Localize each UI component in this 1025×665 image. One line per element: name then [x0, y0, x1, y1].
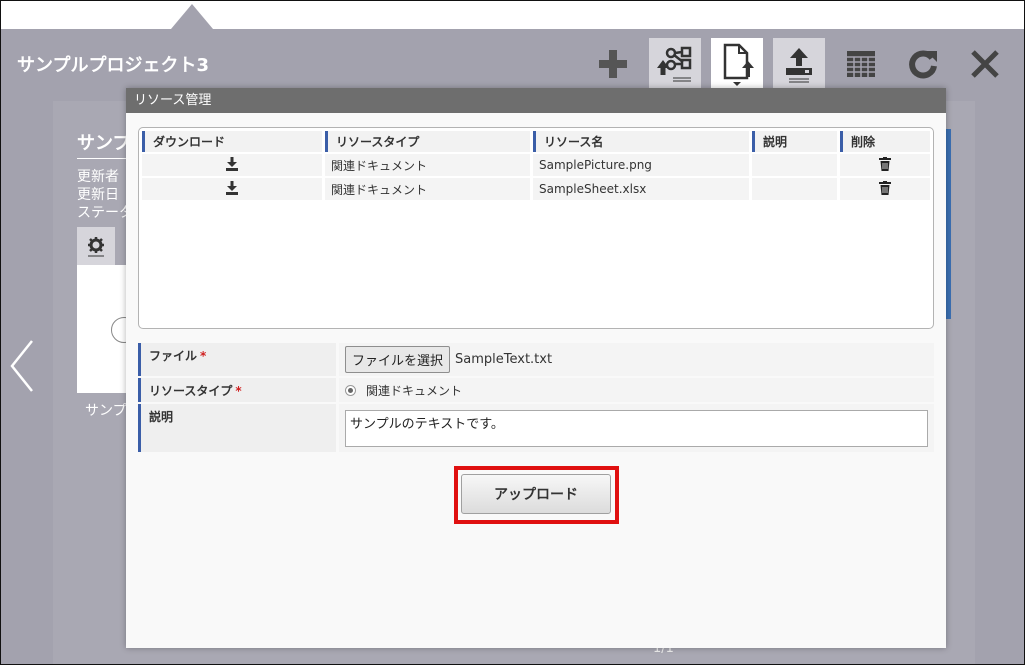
upload-form: ファイル * ファイルを選択 SampleText.txt リソースタイプ * 関連… — [138, 343, 934, 454]
close-button[interactable] — [959, 38, 1011, 90]
resource-name-cell: SamplePicture.png — [533, 154, 749, 176]
file-label: ファイル * — [138, 343, 336, 376]
refresh-button[interactable] — [897, 38, 949, 90]
resource-dialog: リソース管理 ダウンロード リソースタイプ リソース名 説明 削除 関連ドキュメ… — [126, 88, 946, 648]
column-header-download: ダウンロード — [142, 131, 322, 152]
column-header-name: リソース名 — [533, 131, 749, 152]
resource-table: ダウンロード リソースタイプ リソース名 説明 削除 関連ドキュメント Samp… — [138, 127, 934, 329]
flow-icon — [657, 46, 692, 82]
resource-type-option: 関連ドキュメント — [366, 383, 463, 398]
resource-type-label-text: リソースタイプ — [149, 384, 233, 398]
gear-icon — [88, 237, 104, 257]
upload-submit-button[interactable]: アップロード — [461, 474, 611, 514]
description-label: 説明 — [138, 404, 336, 452]
flow-button[interactable] — [649, 38, 701, 90]
file-value: ファイルを選択 SampleText.txt — [339, 343, 934, 376]
download-icon[interactable] — [225, 156, 239, 171]
upload-button[interactable] — [773, 38, 825, 90]
file-label-text: ファイル — [149, 349, 198, 363]
upload-icon — [786, 48, 812, 83]
file-row: ファイル * ファイルを選択 SampleText.txt — [138, 343, 934, 376]
resource-type-label: リソースタイプ * — [138, 378, 336, 402]
required-mark: * — [200, 349, 207, 363]
chevron-left-icon — [10, 340, 33, 392]
close-icon — [971, 50, 999, 78]
resource-type-value: 関連ドキュメント — [339, 378, 934, 402]
column-header-type: リソースタイプ — [325, 131, 530, 152]
add-button[interactable] — [587, 38, 639, 90]
table-row: 関連ドキュメント SampleSheet.xlsx — [142, 178, 930, 200]
selected-file-name: SampleText.txt — [455, 352, 553, 367]
resource-name-cell: SampleSheet.xlsx — [533, 178, 749, 200]
download-icon[interactable] — [225, 180, 239, 195]
delete-cell — [840, 154, 930, 176]
app-window: サンプルプロジェクト3 サンプ 更新者 更新日 ステー サンプ 1/1 リソース… — [1, 29, 1024, 664]
choose-file-button[interactable]: ファイルを選択 — [345, 346, 451, 373]
gear-button[interactable] — [77, 227, 115, 265]
table-row: 関連ドキュメント SamplePicture.png — [142, 154, 930, 176]
project-title: サンプルプロジェクト3 — [17, 55, 209, 76]
screen: サンプルプロジェクト3 サンプ 更新者 更新日 ステー サンプ 1/1 リソース… — [0, 0, 1025, 665]
table-icon — [847, 51, 875, 77]
document-upload-icon — [723, 43, 754, 86]
resource-description-cell — [752, 178, 837, 200]
trash-icon[interactable] — [879, 156, 891, 171]
download-cell — [142, 178, 322, 200]
plus-icon — [599, 50, 627, 78]
dialog-title: リソース管理 — [126, 88, 946, 113]
required-mark: * — [235, 384, 242, 398]
refresh-icon — [909, 50, 937, 79]
resource-button[interactable] — [711, 38, 763, 90]
trash-icon[interactable] — [879, 180, 891, 195]
previous-button[interactable] — [9, 339, 35, 397]
table-button[interactable] — [835, 38, 887, 90]
delete-cell — [840, 178, 930, 200]
top-strip — [1, 1, 1024, 29]
resource-type-radio[interactable] — [345, 384, 356, 396]
resource-type-row: リソースタイプ * 関連ドキュメント — [138, 378, 934, 402]
column-header-description: 説明 — [752, 131, 837, 152]
download-cell — [142, 154, 322, 176]
resource-description-cell — [752, 154, 837, 176]
caret-up-icon — [171, 4, 213, 29]
description-row: 説明 サンプルのテキストです。 — [138, 404, 934, 452]
column-header-delete: 削除 — [840, 131, 930, 152]
resource-type-cell: 関連ドキュメント — [325, 154, 530, 176]
description-value: サンプルのテキストです。 — [339, 404, 934, 452]
description-textarea[interactable]: サンプルのテキストです。 — [345, 409, 928, 447]
resource-type-cell: 関連ドキュメント — [325, 178, 530, 200]
